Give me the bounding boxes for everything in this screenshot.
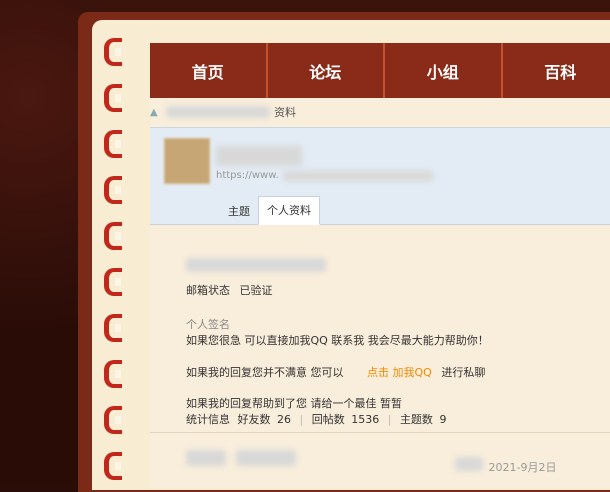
footer-blurred — [186, 450, 296, 469]
main-nav: 首页 论坛 小组 百科 — [150, 43, 610, 98]
tab-topics[interactable]: 主题 — [220, 200, 258, 224]
stats-separator: | — [388, 413, 392, 426]
stats-label: 统计信息 — [186, 413, 230, 426]
username-blurred[interactable] — [216, 146, 302, 166]
signature-label: 个人签名 — [186, 316, 230, 332]
add-qq-link[interactable]: 点击 加我QQ — [367, 366, 432, 379]
blurred-content — [186, 450, 226, 466]
profile-url-prefix: https://www. — [216, 170, 279, 181]
blurred-content — [186, 258, 326, 272]
profile-url-blurred — [283, 171, 433, 181]
signature-line-1: 如果您很急 可以直接加我QQ 联系我 我会尽最大能力帮助你！ — [186, 332, 489, 348]
stitch-decoration — [104, 176, 122, 204]
profile-tabs: 主题 个人资料 — [220, 196, 320, 224]
signature-line-2: 如果我的回复您并不满意 您可以 点击 加我QQ 进行私聊 — [186, 364, 485, 380]
home-icon[interactable]: ▲ — [150, 107, 160, 117]
profile-url[interactable]: https://www. — [216, 170, 433, 181]
friends-label[interactable]: 好友数 — [238, 413, 271, 426]
nav-item-group[interactable]: 小组 — [385, 43, 503, 98]
friends-count[interactable]: 26 — [277, 413, 291, 426]
blurred-row — [186, 258, 326, 275]
signature-line-2-prefix: 如果我的回复您并不满意 您可以 — [186, 366, 344, 379]
profile-header: https://www. 主题 个人资料 — [150, 127, 610, 225]
stitch-decoration — [104, 130, 122, 158]
stitch-decoration — [104, 38, 122, 66]
replies-count[interactable]: 1536 — [351, 413, 379, 426]
nav-item-forum[interactable]: 论坛 — [268, 43, 386, 98]
stitch-decoration — [104, 360, 122, 388]
email-status-row: 邮箱状态 已验证 — [186, 282, 273, 298]
topics-label[interactable]: 主题数 — [400, 413, 433, 426]
breadcrumb-blurred[interactable] — [166, 106, 270, 118]
blurred-content — [236, 450, 296, 466]
footer-date-row: 2021-9月2日 — [455, 457, 556, 475]
nav-item-home[interactable]: 首页 — [150, 43, 268, 98]
replies-label[interactable]: 回帖数 — [312, 413, 345, 426]
stitch-decoration — [104, 222, 122, 250]
breadcrumb-current: 资料 — [274, 104, 296, 120]
stitch-decoration — [104, 268, 122, 296]
breadcrumb: ▲ 资料 — [150, 103, 296, 121]
footer-date: 2021-9月2日 — [489, 461, 557, 474]
stitch-decoration — [104, 84, 122, 112]
stitch-decoration — [104, 406, 122, 434]
stats-separator: | — [300, 413, 304, 426]
background-left — [0, 0, 90, 485]
topics-count[interactable]: 9 — [439, 413, 446, 426]
tab-profile[interactable]: 个人资料 — [258, 196, 320, 225]
divider — [150, 432, 610, 433]
email-status-label: 邮箱状态 — [186, 284, 230, 297]
email-status-value: 已验证 — [240, 284, 273, 297]
avatar[interactable] — [164, 138, 210, 184]
stitch-decoration — [104, 452, 122, 480]
decorative-stitches — [104, 38, 128, 485]
signature-line-3: 如果我的回复帮助到了您 请给一个最佳 暂暂 — [186, 395, 402, 411]
stitch-decoration — [104, 314, 122, 342]
nav-item-wiki[interactable]: 百科 — [503, 43, 610, 98]
blurred-content — [455, 457, 483, 471]
stats-row: 统计信息 好友数 26 | 回帖数 1536 | 主题数 9 — [186, 411, 446, 427]
signature-line-2-suffix: 进行私聊 — [441, 366, 485, 379]
